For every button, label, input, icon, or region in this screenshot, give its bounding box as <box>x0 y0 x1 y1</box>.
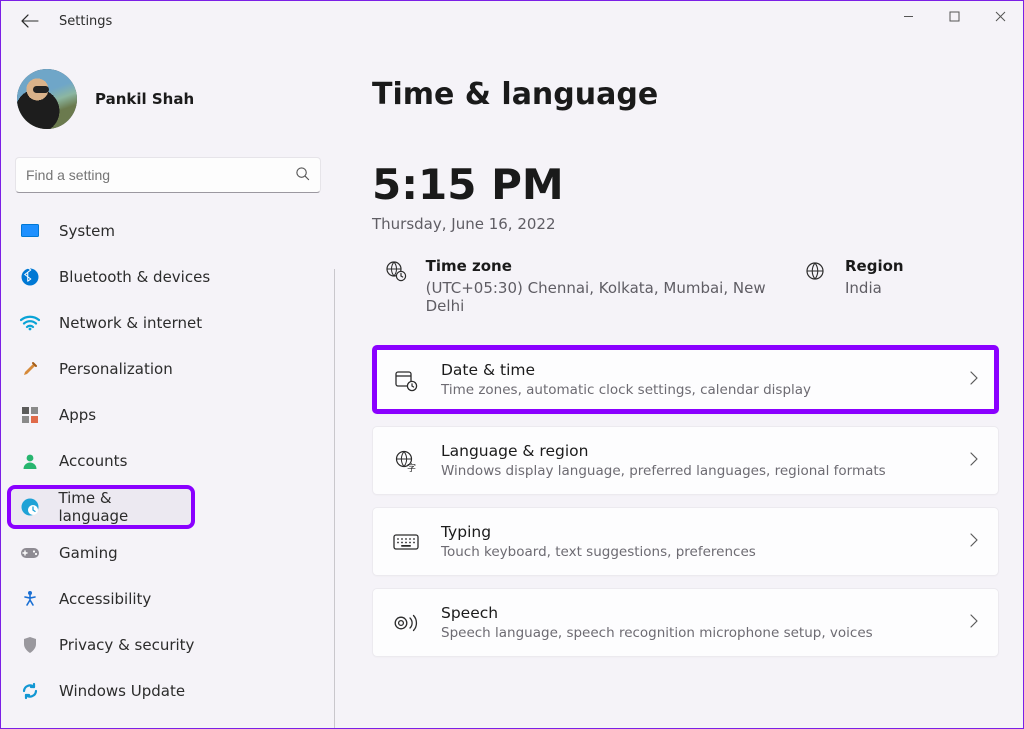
sidebar-item-time-language[interactable]: Time & language <box>9 487 193 527</box>
person-icon <box>19 450 41 472</box>
search-icon <box>295 166 310 185</box>
timezone-value: (UTC+05:30) Chennai, Kolkata, Mumbai, Ne… <box>426 279 803 315</box>
bluetooth-icon <box>19 266 41 288</box>
date-display: Thursday, June 16, 2022 <box>372 215 1003 233</box>
chevron-right-icon <box>969 613 978 632</box>
calendar-clock-icon <box>393 367 419 393</box>
back-arrow-icon <box>19 10 41 32</box>
sidebar-item-bluetooth[interactable]: Bluetooth & devices <box>9 257 327 297</box>
card-typing[interactable]: Typing Touch keyboard, text suggestions,… <box>372 507 999 576</box>
maximize-button[interactable] <box>931 1 977 31</box>
sidebar: Pankil Shah System Bluetooth & devices N… <box>1 41 336 728</box>
region-block[interactable]: Region India <box>803 257 1003 297</box>
profile-block[interactable]: Pankil Shah <box>9 41 327 151</box>
sidebar-item-label: Time & language <box>58 489 183 525</box>
globe-icon <box>803 259 827 283</box>
card-date-time[interactable]: Date & time Time zones, automatic clock … <box>372 345 999 414</box>
paintbrush-icon <box>19 358 41 380</box>
clock-globe-icon <box>19 496 40 518</box>
sidebar-item-label: Privacy & security <box>59 636 194 654</box>
sidebar-item-label: System <box>59 222 115 240</box>
sidebar-item-label: Network & internet <box>59 314 202 332</box>
sidebar-item-label: Gaming <box>59 544 118 562</box>
titlebar: Settings <box>1 1 1023 41</box>
minimize-button[interactable] <box>885 1 931 31</box>
timezone-block[interactable]: Time zone (UTC+05:30) Chennai, Kolkata, … <box>384 257 803 315</box>
card-language-region[interactable]: 字 Language & region Windows display lang… <box>372 426 999 495</box>
sidebar-item-label: Accessibility <box>59 590 151 608</box>
timezone-region-row: Time zone (UTC+05:30) Chennai, Kolkata, … <box>372 257 1003 315</box>
card-subtitle: Touch keyboard, text suggestions, prefer… <box>441 544 947 560</box>
search-box[interactable] <box>15 157 321 193</box>
sidebar-item-network[interactable]: Network & internet <box>9 303 327 343</box>
timezone-label: Time zone <box>426 257 803 275</box>
sidebar-item-apps[interactable]: Apps <box>9 395 327 435</box>
accessibility-icon <box>19 588 41 610</box>
svg-text:字: 字 <box>407 462 416 473</box>
window-controls <box>885 1 1023 31</box>
close-button[interactable] <box>977 1 1023 31</box>
avatar <box>17 69 77 129</box>
keyboard-icon <box>393 529 419 555</box>
sidebar-item-gaming[interactable]: Gaming <box>9 533 327 573</box>
sidebar-item-label: Apps <box>59 406 96 424</box>
sidebar-item-system[interactable]: System <box>9 211 327 251</box>
timezone-icon <box>384 259 408 283</box>
update-icon <box>19 680 41 702</box>
page-title: Time & language <box>372 77 1003 112</box>
sidebar-item-label: Personalization <box>59 360 173 378</box>
wifi-icon <box>19 312 41 334</box>
sidebar-item-label: Bluetooth & devices <box>59 268 210 286</box>
app-title: Settings <box>59 14 112 29</box>
gamepad-icon <box>19 542 41 564</box>
clock-display: 5:15 PM <box>372 160 1003 209</box>
chevron-right-icon <box>969 370 978 389</box>
sidebar-item-personalization[interactable]: Personalization <box>9 349 327 389</box>
shield-icon <box>19 634 41 656</box>
user-display-name: Pankil Shah <box>95 90 194 108</box>
card-title: Language & region <box>441 442 947 460</box>
region-value: India <box>845 279 904 297</box>
sidebar-item-accounts[interactable]: Accounts <box>9 441 327 481</box>
sidebar-item-label: Accounts <box>59 452 127 470</box>
chevron-right-icon <box>969 532 978 551</box>
card-subtitle: Speech language, speech recognition micr… <box>441 625 947 641</box>
search-input[interactable] <box>26 167 295 183</box>
sidebar-item-accessibility[interactable]: Accessibility <box>9 579 327 619</box>
card-subtitle: Windows display language, preferred lang… <box>441 463 947 479</box>
card-title: Date & time <box>441 361 947 379</box>
card-speech[interactable]: Speech Speech language, speech recogniti… <box>372 588 999 657</box>
system-icon <box>19 220 41 242</box>
card-title: Speech <box>441 604 947 622</box>
speech-icon <box>393 610 419 636</box>
card-subtitle: Time zones, automatic clock settings, ca… <box>441 382 947 398</box>
region-label: Region <box>845 257 904 275</box>
sidebar-item-privacy[interactable]: Privacy & security <box>9 625 327 665</box>
language-globe-icon: 字 <box>393 448 419 474</box>
chevron-right-icon <box>969 451 978 470</box>
main-content: Time & language 5:15 PM Thursday, June 1… <box>336 41 1023 728</box>
card-title: Typing <box>441 523 947 541</box>
sidebar-item-windows-update[interactable]: Windows Update <box>9 671 327 711</box>
sidebar-nav: System Bluetooth & devices Network & int… <box>9 211 327 711</box>
apps-icon <box>19 404 41 426</box>
sidebar-item-label: Windows Update <box>59 682 185 700</box>
